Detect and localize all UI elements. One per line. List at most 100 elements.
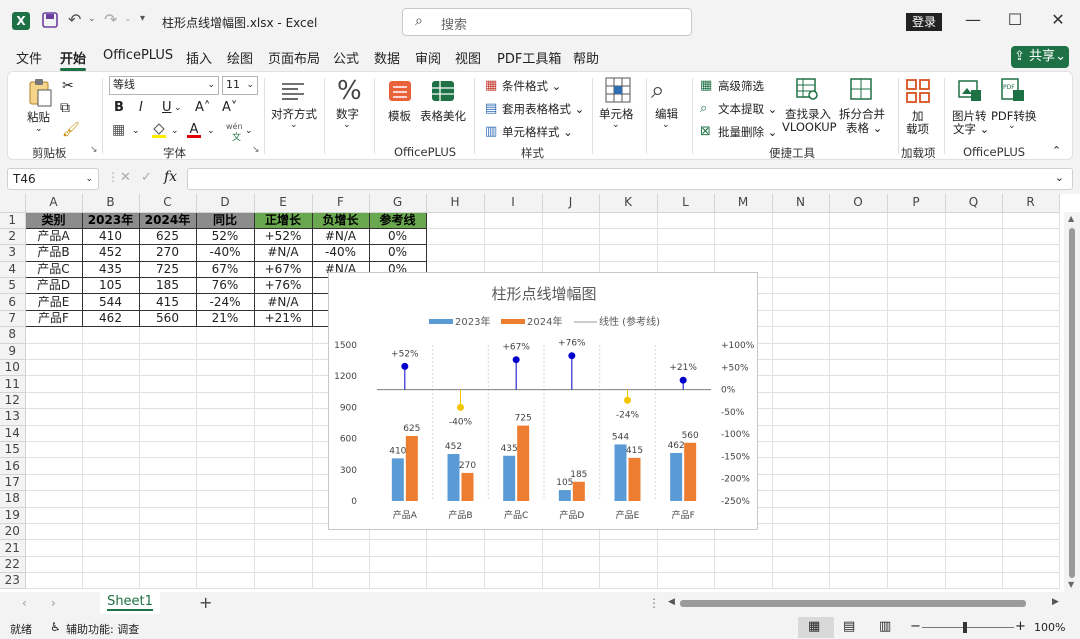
cell[interactable] xyxy=(887,310,946,328)
row-header[interactable]: 7 xyxy=(0,310,26,328)
scroll-up-icon[interactable]: ▲ xyxy=(1068,214,1074,223)
row-header[interactable]: 17 xyxy=(0,474,26,492)
conditional-format-icon[interactable]: ▦ xyxy=(485,78,497,93)
column-header[interactable]: F xyxy=(312,194,370,213)
cell[interactable] xyxy=(599,539,658,557)
cell[interactable] xyxy=(426,572,485,590)
cell[interactable] xyxy=(139,474,197,492)
cell[interactable] xyxy=(599,556,658,574)
cut-icon[interactable]: ✂ xyxy=(62,78,74,94)
cell[interactable] xyxy=(312,572,370,590)
template-label[interactable]: 模板 xyxy=(388,108,411,124)
cell[interactable] xyxy=(254,556,313,574)
column-header[interactable]: E xyxy=(254,194,313,213)
tab-draw[interactable]: 绘图 xyxy=(227,48,253,67)
cell[interactable] xyxy=(945,539,1003,557)
cell[interactable] xyxy=(254,425,313,442)
cell[interactable] xyxy=(829,474,888,492)
cell[interactable] xyxy=(829,523,888,541)
cell[interactable] xyxy=(1002,212,1060,229)
cell[interactable] xyxy=(426,539,485,557)
cell[interactable] xyxy=(945,490,1003,508)
cell[interactable] xyxy=(829,408,888,426)
table-cell[interactable]: 产品A xyxy=(24,227,83,246)
grow-font-button[interactable]: A˄ xyxy=(195,100,210,115)
cell[interactable] xyxy=(25,572,83,590)
cell[interactable] xyxy=(887,507,946,524)
pdf-convert-icon[interactable]: PDF xyxy=(1001,78,1025,102)
collapse-ribbon-icon[interactable]: ⌃ xyxy=(1052,144,1061,157)
table-header-cell[interactable]: 2023年 xyxy=(81,211,140,229)
cell[interactable] xyxy=(82,326,140,344)
table-cell[interactable]: 105 xyxy=(81,277,140,295)
cell[interactable] xyxy=(25,523,83,541)
cell[interactable] xyxy=(772,441,830,459)
cell[interactable] xyxy=(196,425,255,442)
undo-dropdown-icon[interactable]: ⌄ xyxy=(88,14,96,24)
cell[interactable] xyxy=(945,441,1003,459)
cell[interactable] xyxy=(426,212,485,229)
column-header[interactable]: A xyxy=(25,194,83,213)
row-header[interactable]: 3 xyxy=(0,244,26,262)
cell[interactable] xyxy=(772,212,830,229)
cell[interactable] xyxy=(254,490,313,508)
cell[interactable] xyxy=(82,425,140,442)
cell[interactable] xyxy=(25,425,83,442)
cell[interactable] xyxy=(772,507,830,524)
cell[interactable] xyxy=(196,392,255,410)
cell[interactable] xyxy=(887,457,946,475)
select-all-corner[interactable] xyxy=(0,194,26,213)
cell[interactable] xyxy=(772,392,830,410)
cell[interactable] xyxy=(772,556,830,574)
cell[interactable] xyxy=(599,212,658,229)
cell[interactable] xyxy=(82,343,140,361)
cell[interactable] xyxy=(254,523,313,541)
minimize-icon[interactable]: — xyxy=(961,10,985,29)
cell[interactable] xyxy=(657,539,715,557)
next-sheet-icon[interactable]: › xyxy=(51,596,56,610)
cell[interactable] xyxy=(1002,457,1060,475)
cell[interactable] xyxy=(772,425,830,442)
cell[interactable] xyxy=(484,228,543,246)
cell[interactable] xyxy=(887,228,946,246)
table-cell[interactable]: -40% xyxy=(311,244,370,262)
cell[interactable] xyxy=(829,490,888,508)
copy-icon[interactable]: ⧉ xyxy=(60,100,70,116)
cell[interactable] xyxy=(254,539,313,557)
border-dropdown-icon[interactable]: ⌄ xyxy=(132,126,140,136)
chart-container[interactable]: 柱形点线增幅图 2023年 2024年 线性 (参考线) 1500 1200 900… xyxy=(328,272,758,530)
cell[interactable] xyxy=(82,441,140,459)
cell[interactable] xyxy=(254,441,313,459)
cell[interactable] xyxy=(1002,572,1060,590)
phonetic-dropdown-icon[interactable]: ⌄ xyxy=(245,126,253,136)
login-button[interactable]: 登录 xyxy=(906,13,942,31)
fill-color-dropdown-icon[interactable]: ⌄ xyxy=(171,126,179,136)
cell[interactable] xyxy=(139,326,197,344)
split-merge-button[interactable]: 表格 ⌄ xyxy=(846,120,882,136)
row-header[interactable]: 23 xyxy=(0,572,26,590)
cell[interactable] xyxy=(139,408,197,426)
column-header[interactable]: K xyxy=(599,194,658,213)
cell[interactable] xyxy=(196,556,255,574)
page-layout-view-icon[interactable]: ▤ xyxy=(843,619,855,634)
customize-qat-icon[interactable]: ▾ xyxy=(140,13,145,24)
undo-icon[interactable]: ↶ xyxy=(68,10,81,29)
cell[interactable] xyxy=(542,556,600,574)
italic-button[interactable]: I xyxy=(139,100,143,115)
cell[interactable] xyxy=(196,408,255,426)
prev-sheet-icon[interactable]: ‹ xyxy=(22,596,27,610)
cell[interactable] xyxy=(657,244,715,262)
cell[interactable] xyxy=(254,392,313,410)
accessibility-icon[interactable]: ♿ xyxy=(50,620,61,634)
table-cell[interactable]: 462 xyxy=(81,309,140,328)
number-dropdown-icon[interactable]: ⌄ xyxy=(343,120,351,130)
cell[interactable] xyxy=(945,572,1003,590)
cell[interactable] xyxy=(25,326,83,344)
cell[interactable] xyxy=(829,375,888,393)
table-format-button[interactable]: 套用表格格式 ⌄ xyxy=(502,101,584,117)
tab-view[interactable]: 视图 xyxy=(455,48,481,67)
tab-file[interactable]: 文件 xyxy=(16,48,42,67)
cell[interactable] xyxy=(714,572,773,590)
cell[interactable] xyxy=(196,343,255,361)
cell[interactable] xyxy=(887,244,946,262)
